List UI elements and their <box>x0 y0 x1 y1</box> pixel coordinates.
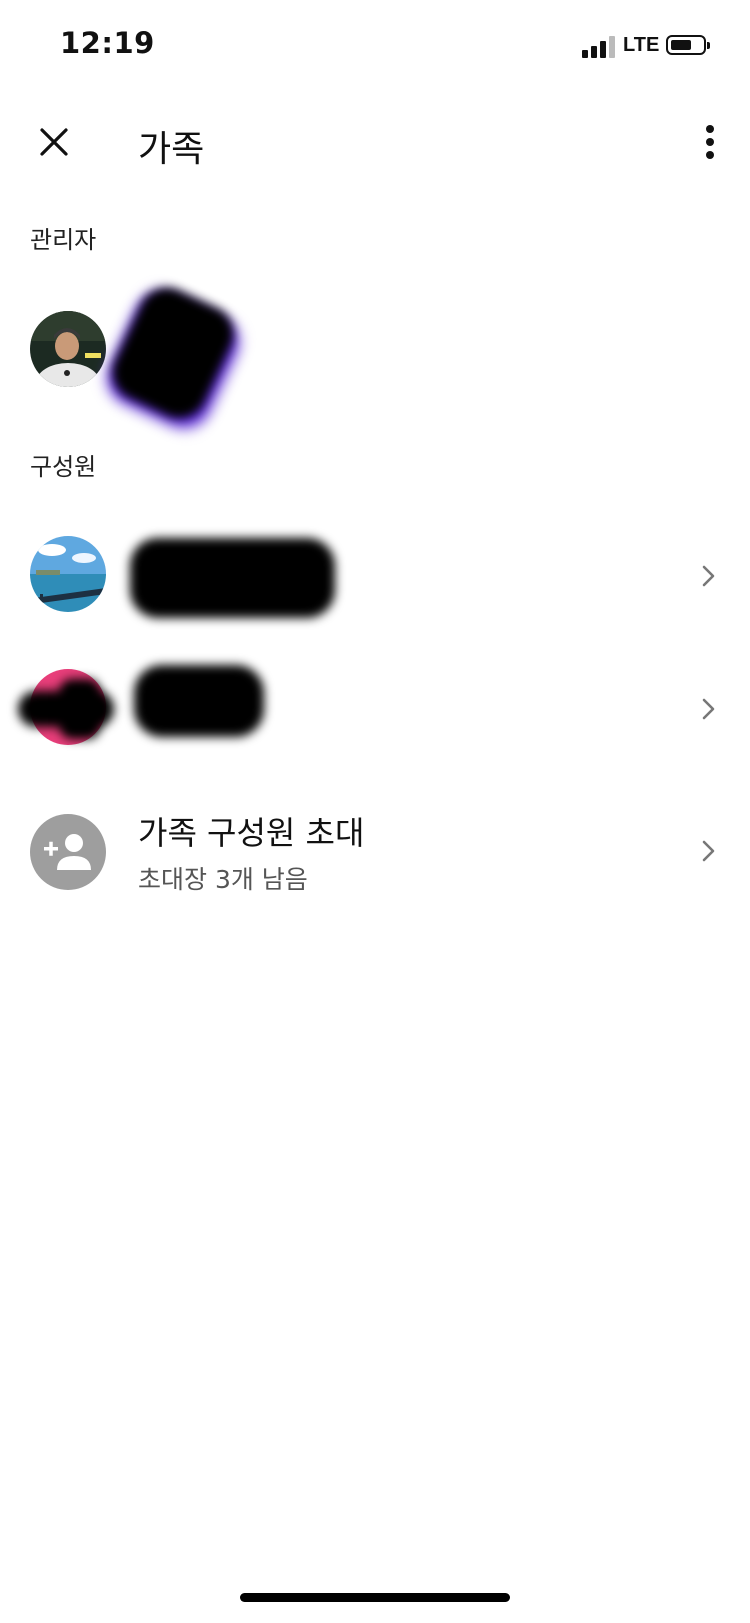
member-avatar-1 <box>30 536 106 612</box>
more-vert-icon <box>706 125 714 159</box>
status-time: 12:19 <box>60 26 155 60</box>
member-row-2[interactable] <box>0 655 750 765</box>
more-options-button[interactable] <box>690 118 730 166</box>
page-title: 가족 <box>138 129 205 170</box>
close-icon <box>40 128 68 156</box>
chevron-right-icon <box>702 698 715 720</box>
person-add-icon <box>44 834 91 870</box>
redacted-name-overlay <box>103 278 243 428</box>
invite-title: 가족 구성원 초대 <box>138 814 365 852</box>
members-section-label: 구성원 <box>30 453 97 481</box>
invite-avatar <box>30 814 106 890</box>
admin-row[interactable] <box>0 278 750 440</box>
member-row-1[interactable] <box>0 520 750 630</box>
app-bar: 가족 <box>0 100 750 190</box>
network-type: LTE <box>623 34 660 56</box>
home-indicator[interactable] <box>240 1593 510 1602</box>
battery-icon <box>666 35 710 55</box>
invite-member-row[interactable]: 가족 구성원 초대 초대장 3개 남음 <box>0 790 750 910</box>
chevron-right-icon <box>702 840 715 862</box>
redacted-avatar-mark <box>60 679 100 739</box>
admin-avatar <box>30 311 106 387</box>
cellular-signal-icon <box>582 36 616 58</box>
admin-section-label: 관리자 <box>30 226 97 254</box>
redacted-member-name-1 <box>130 538 335 618</box>
chevron-right-icon <box>702 565 715 587</box>
status-bar: 12:19 LTE <box>0 0 750 100</box>
close-button[interactable] <box>30 118 78 166</box>
invite-subtitle: 초대장 3개 남음 <box>138 865 308 894</box>
redacted-member-name-2 <box>134 665 264 737</box>
